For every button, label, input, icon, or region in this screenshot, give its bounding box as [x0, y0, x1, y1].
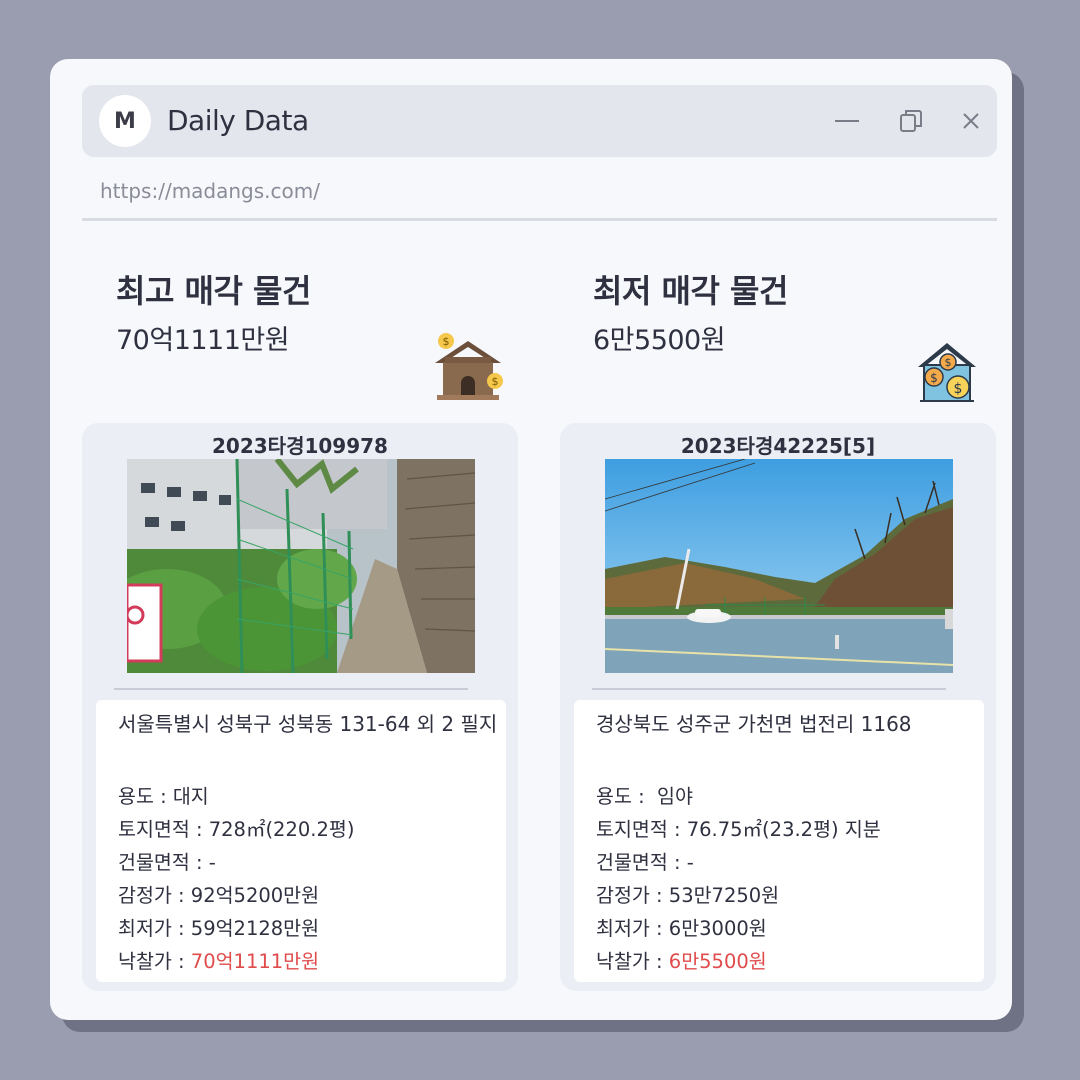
lowest-property-card[interactable]: 2023타경42225[5] 경상북도 성주군 가천면 법전리 1168 용도 …	[560, 423, 996, 991]
detail-row-land-area: 토지면적 : 76.75㎡(23.2평) 지분	[596, 818, 881, 841]
minimize-button[interactable]	[831, 105, 863, 137]
minimize-icon	[835, 120, 859, 122]
svg-text:$: $	[954, 381, 963, 397]
case-number: 2023타경109978	[212, 434, 388, 458]
restore-button[interactable]	[895, 105, 927, 137]
house-money-icon: $ $ $	[918, 343, 976, 402]
highest-label: 최고 매각 물건	[116, 272, 311, 310]
app-title: Daily Data	[167, 104, 309, 137]
detail-row-appraisal: 감정가 : 53만7250원	[596, 884, 780, 907]
property-details: 용도 : 임야 토지면적 : 76.75㎡(23.2평) 지분 건물면적 : -…	[596, 780, 881, 978]
detail-row-building-area: 건물면적 : -	[118, 851, 216, 874]
close-button[interactable]	[955, 105, 987, 137]
case-number: 2023타경42225[5]	[680, 434, 876, 458]
header-divider	[82, 218, 997, 221]
detail-row-usage: 용도 : 임야	[596, 785, 693, 808]
roadside-forest-hill-photo	[605, 459, 953, 673]
property-address: 서울특별시 성북구 성북동 131-64 외 2 필지	[118, 712, 498, 736]
url-text[interactable]: https://madangs.com/	[100, 177, 320, 205]
svg-text:$: $	[945, 356, 952, 369]
card-divider	[114, 688, 468, 690]
lowest-amount: 6만5500원	[593, 325, 726, 356]
app-logo: M	[99, 95, 151, 147]
alley-with-green-fence-photo	[127, 459, 475, 673]
highest-property-card[interactable]: 2023타경109978 서울특별시 성북구 성북동 131-64 외 2 필지…	[82, 423, 518, 991]
card-divider	[592, 688, 946, 690]
svg-text:$: $	[443, 335, 450, 348]
property-address: 경상북도 성주군 가천면 법전리 1168	[596, 712, 912, 736]
detail-row-minimum-price: 최저가 : 59억2128만원	[118, 917, 320, 940]
svg-text:$: $	[930, 371, 938, 385]
property-info-panel: 경상북도 성주군 가천면 법전리 1168 용도 : 임야 토지면적 : 76.…	[574, 700, 984, 982]
detail-row-winning-bid: 낙찰가 : 6만5500원	[596, 950, 767, 973]
detail-row-minimum-price: 최저가 : 6만3000원	[596, 917, 767, 940]
detail-row-building-area: 건물면적 : -	[596, 851, 694, 874]
detail-row-winning-bid: 낙찰가 : 70억1111만원	[118, 950, 320, 973]
restore-icon	[900, 110, 922, 132]
close-icon	[963, 113, 979, 129]
property-details: 용도 : 대지 토지면적 : 728㎡(220.2평) 건물면적 : - 감정가…	[118, 780, 354, 978]
detail-row-usage: 용도 : 대지	[118, 785, 209, 808]
detail-row-appraisal: 감정가 : 92억5200만원	[118, 884, 320, 907]
highest-summary: 최고 매각 물건 70억1111만원	[116, 269, 311, 361]
property-info-panel: 서울특별시 성북구 성북동 131-64 외 2 필지 용도 : 대지 토지면적…	[96, 700, 506, 982]
detail-row-land-area: 토지면적 : 728㎡(220.2평)	[118, 818, 355, 841]
svg-text:$: $	[492, 375, 499, 388]
house-with-coins-icon: $ $	[435, 333, 503, 400]
lowest-label: 최저 매각 물건	[593, 272, 788, 310]
title-bar: M Daily Data	[82, 85, 997, 157]
highest-amount: 70억1111만원	[116, 325, 290, 356]
app-window: M Daily Data https://madangs.com/ 최고 매각 …	[50, 59, 1012, 1020]
lowest-summary: 최저 매각 물건 6만5500원	[593, 269, 788, 361]
